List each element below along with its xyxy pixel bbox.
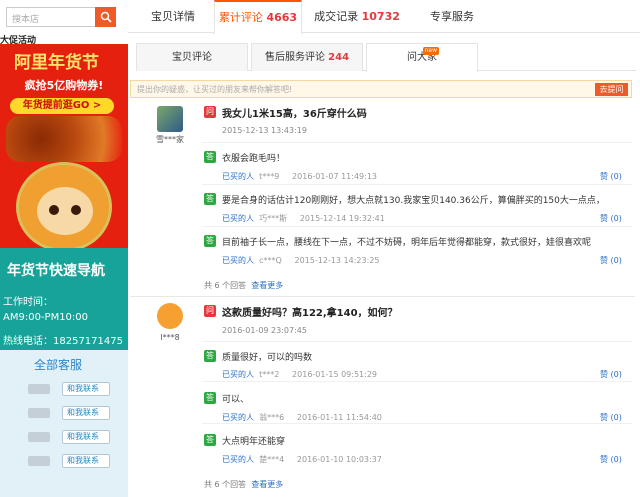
monkey-eye (49, 205, 59, 215)
hotline: 热线电话：18257171475 (3, 336, 123, 347)
customer-service-panel: 全部客服 和我联系 和我联系 和我联系 和我联系 (0, 350, 128, 497)
question-date: 2015-12-13 13:43:19 (222, 126, 307, 135)
answer-row: 答 可以、 已买的人 翁***6 2016-01-11 11:54:40 赞 (… (202, 381, 632, 423)
ask-bar: 提出你的疑惑，让买过的朋友来帮你解答吧! 去提问 (130, 80, 632, 98)
answer-meta: 已买的人 巧***斯 2015-12-14 19:32:41 (222, 214, 385, 223)
answer-row: 答 大点明年还能穿 已买的人 楚***4 2016-01-10 10:03:37… (202, 423, 632, 469)
answer-text: 衣服会跑毛吗！ (222, 154, 286, 164)
answer-meta: 已买的人 t***9 2016-01-07 11:49:13 (222, 172, 378, 181)
view-more-link[interactable]: 查看更多 (251, 480, 283, 489)
contact-button[interactable]: 和我联系 (62, 406, 110, 420)
banner-grab-text: 疯抢5亿购物券! (24, 79, 104, 92)
tab-transactions[interactable]: 成交记录 10732 (306, 0, 408, 33)
search-button[interactable] (95, 7, 116, 27)
answer-row: 答 要是合身的话估计120刚刚好，想大点就130.我家宝贝140.36公斤，算偏… (202, 184, 632, 226)
answer-row: 答 目前袖子长一点，腰线在下一点，不过不妨碍，明年后年觉得都能穿，款式很好，娃很… (202, 226, 632, 270)
question-block: l***8 问 这款质量好吗？高122,拿140，如何？ 2016-01-09 … (130, 297, 635, 497)
tab-reviews[interactable]: 累计评论 4663 (214, 0, 302, 34)
like-button[interactable]: 赞 (0) (600, 412, 622, 423)
answer-text: 目前袖子长一点，腰线在下一点，不过不妨碍，明年后年觉得都能穿，款式很好，娃很喜欢… (222, 238, 592, 248)
contact-button[interactable]: 和我联系 (62, 382, 110, 396)
answer-text: 要是合身的话估计120刚刚好，想大点就130.我家宝贝140.36公斤，算偏胖买… (222, 196, 605, 206)
answer-icon: 答 (204, 193, 216, 205)
service-contact[interactable]: 和我联系 (28, 454, 114, 468)
like-button[interactable]: 赞 (0) (600, 255, 622, 266)
banner-food-image (6, 116, 122, 162)
question-icon: 问 (204, 106, 216, 118)
subtab-aftersale-reviews[interactable]: 售后服务评论 244 (251, 43, 363, 71)
question-block: 雪***家 问 我女儿1米15高，36斤穿什么码 2015-12-13 13:4… (130, 100, 635, 297)
main-tabs: 宝贝详情 累计评论 4663 成交记录 10732 专享服务 (128, 0, 640, 34)
answer-row: 答 衣服会跑毛吗！ 已买的人 t***9 2016-01-07 11:49:13… (202, 142, 632, 184)
agent-avatar (28, 408, 50, 418)
monkey-face (37, 187, 93, 235)
agent-avatar (28, 456, 50, 466)
avatar[interactable] (157, 106, 183, 132)
like-button[interactable]: 赞 (0) (600, 454, 622, 465)
answer-text: 大点明年还能穿 (222, 437, 286, 447)
work-hours: AM9:00-PM10:00 (3, 312, 89, 323)
monkey-eye (71, 205, 81, 215)
answer-meta: 已买的人 t***2 2016-01-15 09:51:29 (222, 370, 378, 379)
quick-nav-panel: 年货节快速导航 工作时间： AM9:00-PM10:00 热线电话：182571… (0, 248, 128, 350)
banner-go-button[interactable]: 年货提前逛GO > (10, 98, 114, 114)
service-contact[interactable]: 和我联系 (28, 382, 114, 396)
service-contact[interactable]: 和我联系 (28, 406, 114, 420)
avatar[interactable] (157, 303, 183, 329)
contact-button[interactable]: 和我联系 (62, 454, 110, 468)
tab-exclusive-service[interactable]: 专享服务 (414, 0, 490, 33)
ask-button[interactable]: 去提问 (595, 83, 628, 96)
new-year-banner[interactable]: 阿里年货节 疯抢5亿购物券! 年货提前逛GO > (0, 44, 128, 248)
answer-row: 答 质量很好，可以的吗数 已买的人 t***2 2016-01-15 09:51… (202, 341, 632, 381)
monkey-mascot-image (16, 162, 112, 248)
question-text: 这款质量好吗？高122,拿140，如何？ (222, 308, 398, 319)
tab-item-details[interactable]: 宝贝详情 (134, 0, 212, 33)
like-button[interactable]: 赞 (0) (600, 369, 622, 380)
search-input[interactable]: 搜本店 (12, 12, 39, 25)
question-user: l***8 (160, 333, 180, 342)
answer-icon: 答 (204, 350, 216, 362)
left-sidebar: 搜本店 大促活动 阿里年货节 疯抢5亿购物券! 年货提前逛GO > 年货节快速导… (0, 0, 128, 497)
new-badge: new (422, 47, 439, 55)
answer-meta: 已买的人 c***Q 2015-12-13 14:23:25 (222, 256, 380, 265)
contact-button[interactable]: 和我联系 (62, 430, 110, 444)
banner-logo: 阿里年货节 (14, 53, 99, 73)
shop-search[interactable]: 搜本店 (6, 7, 116, 27)
agent-avatar (28, 432, 50, 442)
review-subtabs: 宝贝评论 售后服务评论 244 问大家 new (136, 43, 636, 72)
answer-meta: 已买的人 翁***6 2016-01-11 11:54:40 (222, 413, 382, 422)
service-contact[interactable]: 和我联系 (28, 430, 114, 444)
question-user: 雪***家 (156, 135, 184, 144)
answer-icon: 答 (204, 392, 216, 404)
like-button[interactable]: 赞 (0) (600, 213, 622, 224)
answer-icon: 答 (204, 151, 216, 163)
subtab-ask-everyone[interactable]: 问大家 new (366, 43, 478, 72)
ask-input[interactable]: 提出你的疑惑，让买过的朋友来帮你解答吧! (137, 84, 292, 95)
question-icon: 问 (204, 305, 216, 317)
answer-total: 共 6 个回答 查看更多 (204, 480, 284, 489)
work-time-label: 工作时间： (3, 297, 53, 308)
service-title: 全部客服 (34, 358, 83, 372)
question-text: 我女儿1米15高，36斤穿什么码 (222, 109, 367, 120)
answer-icon: 答 (204, 434, 216, 446)
answer-total: 共 6 个回答 查看更多 (204, 281, 284, 290)
answer-text: 质量很好，可以的吗数 (222, 353, 313, 363)
answer-icon: 答 (204, 235, 216, 247)
answer-meta: 已买的人 楚***4 2016-01-10 10:03:37 (222, 455, 382, 464)
question-date: 2016-01-09 23:07:45 (222, 326, 307, 335)
search-icon (100, 11, 112, 23)
agent-avatar (28, 384, 50, 394)
quick-nav-title: 年货节快速导航 (7, 263, 105, 279)
like-button[interactable]: 赞 (0) (600, 171, 622, 182)
answer-text: 可以、 (222, 395, 250, 405)
view-more-link[interactable]: 查看更多 (251, 281, 283, 290)
subtab-item-reviews[interactable]: 宝贝评论 (136, 43, 248, 71)
